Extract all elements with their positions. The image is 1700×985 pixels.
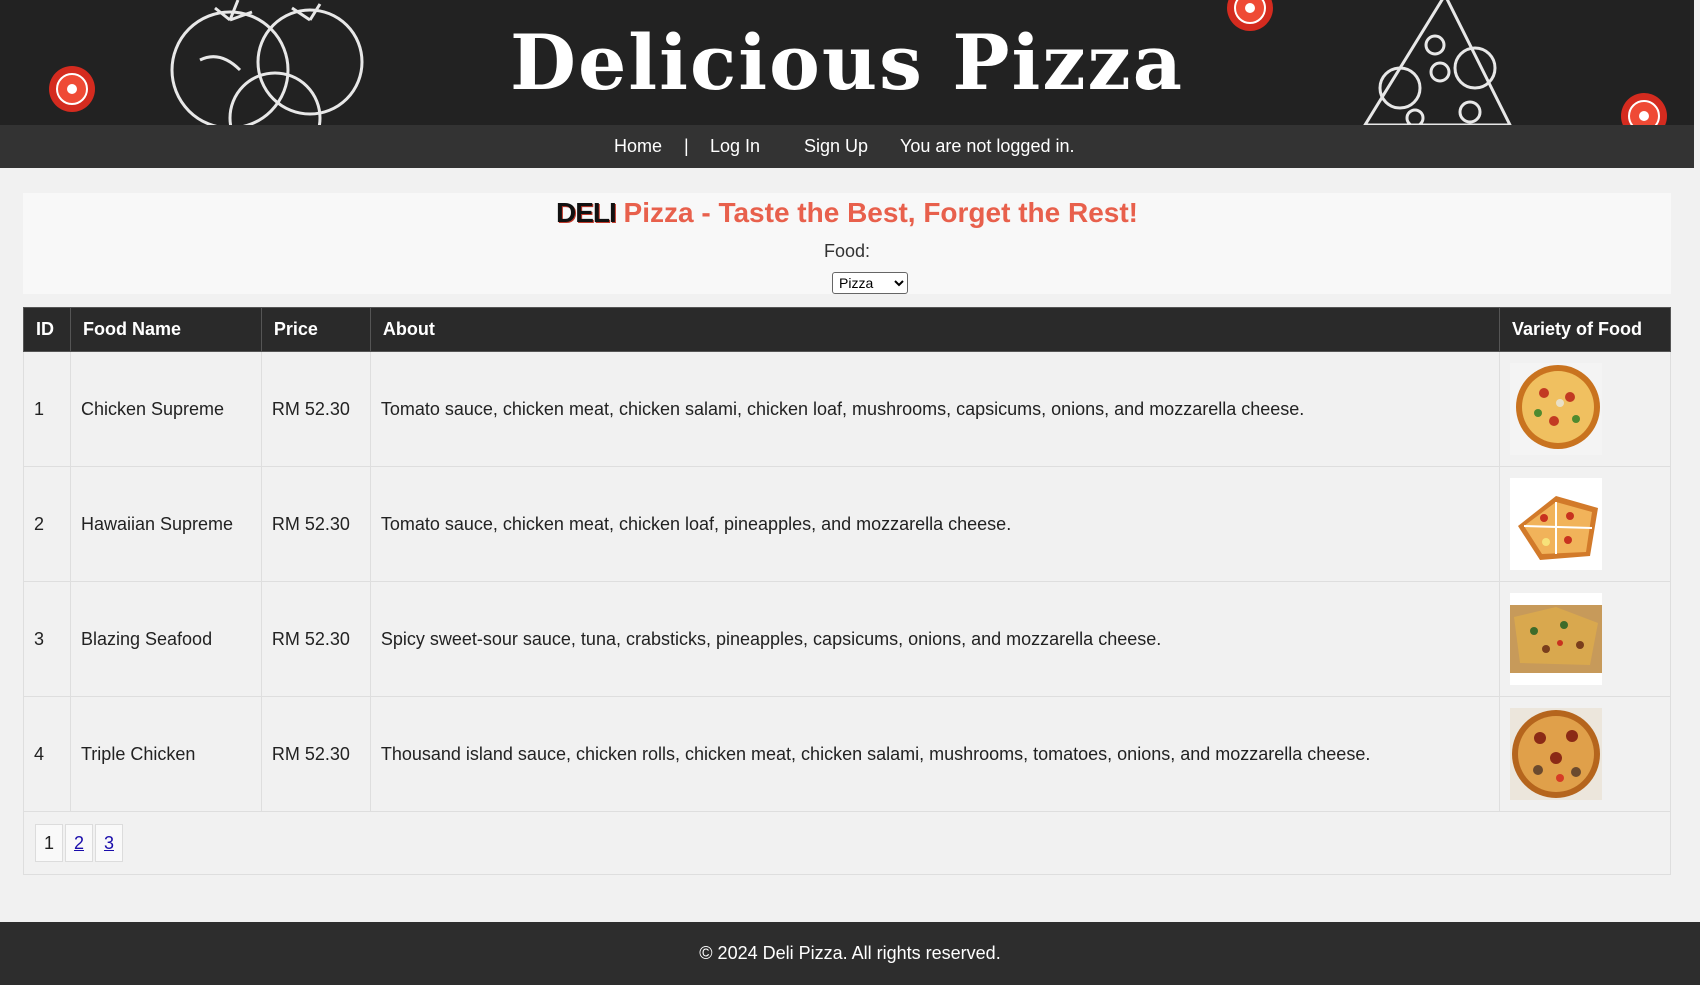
- cell-about: Tomato sauce, chicken meat, chicken loaf…: [369, 466, 1501, 582]
- cell-image: [1499, 696, 1671, 812]
- cell-image: [1499, 351, 1671, 467]
- hero-section: DELI Pizza - Taste the Best, Forget the …: [23, 193, 1671, 294]
- chicken-supreme-pizza-image: [1510, 363, 1602, 455]
- column-header-about: About: [369, 307, 1501, 352]
- food-category-select[interactable]: Pizza: [832, 272, 908, 294]
- cell-food-name: Triple Chicken: [69, 696, 262, 812]
- cell-food-name: Hawaiian Supreme: [69, 466, 262, 582]
- menu-table: ID Food Name Price About Variety of Food…: [23, 307, 1671, 812]
- column-header-variety: Variety of Food: [1499, 307, 1671, 352]
- hero-title: DELI Pizza - Taste the Best, Forget the …: [23, 196, 1671, 230]
- table-header-row: ID Food Name Price About Variety of Food: [23, 307, 1671, 352]
- cell-price: RM 52.30: [260, 466, 371, 582]
- tagline: Pizza - Taste the Best, Forget the Rest!: [623, 197, 1139, 228]
- cell-image: [1499, 581, 1671, 697]
- cell-about: Thousand island sauce, chicken rolls, ch…: [369, 696, 1501, 812]
- tomato-slice-icon: [1621, 93, 1667, 125]
- tomato-slice-icon: [1227, 0, 1273, 31]
- cell-food-name: Blazing Seafood: [69, 581, 262, 697]
- copyright-text: © 2024 Deli Pizza. All rights reserved.: [699, 943, 1001, 963]
- column-header-food-name: Food Name: [69, 307, 262, 352]
- pagination: 1 2 3: [35, 824, 123, 862]
- menu-table-container: ID Food Name Price About Variety of Food…: [23, 307, 1671, 875]
- site-banner: Delicious Pizza: [0, 0, 1694, 125]
- cell-about: Spicy sweet-sour sauce, tuna, crabsticks…: [369, 581, 1501, 697]
- top-nav: Home | Log In Sign Up You are not logged…: [0, 125, 1694, 168]
- page-3-link[interactable]: 3: [95, 824, 123, 862]
- site-footer: © 2024 Deli Pizza. All rights reserved.: [0, 922, 1700, 985]
- food-filter-label: Food:: [823, 241, 871, 261]
- table-row: 3 Blazing Seafood RM 52.30 Spicy sweet-s…: [23, 581, 1671, 697]
- cell-id: 4: [23, 696, 71, 812]
- column-header-price: Price: [260, 307, 371, 352]
- nav-separator: |: [684, 136, 689, 156]
- cell-food-name: Chicken Supreme: [69, 351, 262, 467]
- cell-image: [1499, 466, 1671, 582]
- cell-id: 2: [23, 466, 71, 582]
- column-header-id: ID: [23, 307, 71, 352]
- hawaiian-supreme-pizza-image: [1510, 478, 1602, 570]
- blazing-seafood-pizza-image: [1510, 593, 1602, 685]
- nav-login-link[interactable]: Log In: [710, 136, 760, 157]
- cell-price: RM 52.30: [260, 581, 371, 697]
- nav-signup-link[interactable]: Sign Up: [804, 136, 868, 157]
- table-row: 4 Triple Chicken RM 52.30 Thousand islan…: [23, 696, 1671, 812]
- brand-name: DELI: [555, 197, 617, 228]
- page-2-link[interactable]: 2: [65, 824, 93, 862]
- table-row: 2 Hawaiian Supreme RM 52.30 Tomato sauce…: [23, 466, 1671, 582]
- table-row: 1 Chicken Supreme RM 52.30 Tomato sauce,…: [23, 351, 1671, 467]
- triple-chicken-pizza-image: [1510, 708, 1602, 800]
- page-1-current: 1: [35, 824, 63, 862]
- cell-id: 1: [23, 351, 71, 467]
- cell-price: RM 52.30: [260, 696, 371, 812]
- cell-id: 3: [23, 581, 71, 697]
- pizza-slice-illustration-icon: [1363, 0, 1512, 125]
- cell-about: Tomato sauce, chicken meat, chicken sala…: [369, 351, 1501, 467]
- login-status-text: You are not logged in.: [900, 136, 1075, 156]
- nav-home-link[interactable]: Home: [614, 136, 662, 157]
- cell-price: RM 52.30: [260, 351, 371, 467]
